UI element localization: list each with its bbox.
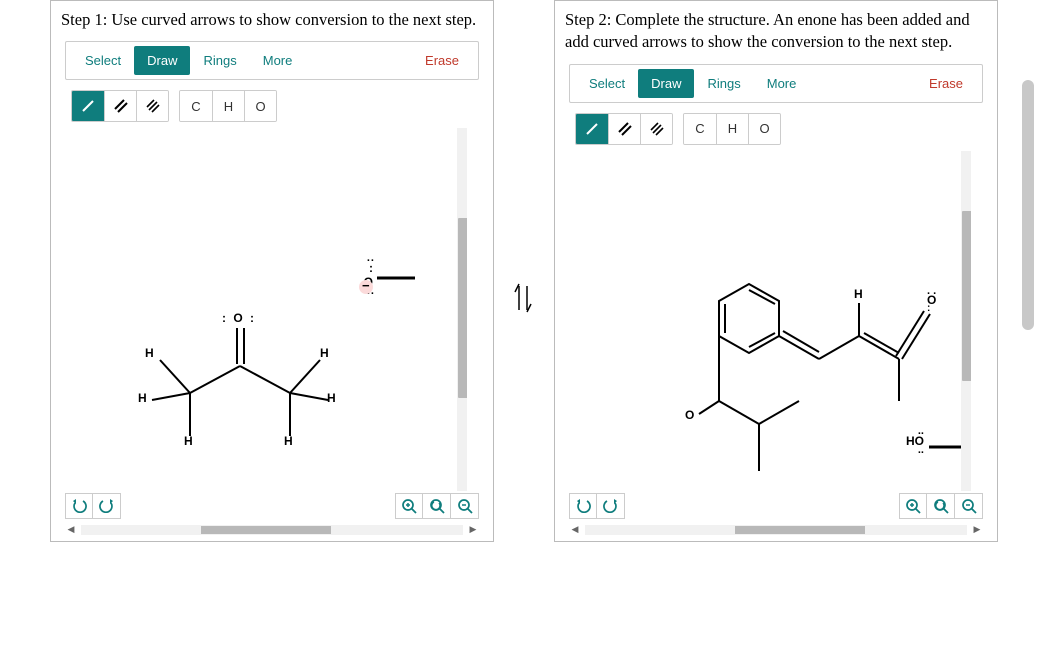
step1-horizontal-scrollbar[interactable]: ◀ ▶ bbox=[65, 523, 479, 537]
h-label-5: H bbox=[327, 391, 336, 405]
atom-h-button[interactable]: H bbox=[716, 114, 748, 144]
negative-charge: − bbox=[362, 278, 370, 293]
atom-o-button[interactable]: O bbox=[748, 114, 780, 144]
bond-group bbox=[575, 113, 673, 145]
zoom-group bbox=[395, 493, 479, 519]
atom-c-button[interactable]: C bbox=[684, 114, 716, 144]
tab-more[interactable]: More bbox=[250, 46, 306, 75]
hscroll-thumb[interactable] bbox=[735, 526, 865, 534]
zoom-reset-button[interactable] bbox=[927, 493, 955, 519]
h-label-2: H bbox=[138, 391, 147, 405]
atom-h-button[interactable]: H bbox=[212, 91, 244, 121]
bond-group bbox=[71, 90, 169, 122]
step2-tool-row: C H O bbox=[569, 109, 983, 151]
step2-bottom-bar bbox=[569, 493, 983, 519]
step2-canvas[interactable]: H . . O : O .. HO .. bbox=[569, 151, 971, 491]
zoom-group bbox=[899, 493, 983, 519]
undo-redo-group bbox=[569, 493, 625, 519]
step1-canvas-wrap: : O : H H H H H H .. : O .. − bbox=[65, 128, 479, 490]
hscroll-right-arrow[interactable]: ▶ bbox=[467, 524, 479, 535]
step1-tool-row: C H O bbox=[65, 86, 479, 128]
hscroll-thumb[interactable] bbox=[201, 526, 331, 534]
hscroll-right-arrow[interactable]: ▶ bbox=[971, 524, 983, 535]
tab-rings[interactable]: Rings bbox=[190, 46, 249, 75]
zoom-in-button[interactable] bbox=[899, 493, 927, 519]
redo-button[interactable] bbox=[597, 493, 625, 519]
zoom-out-button[interactable] bbox=[955, 493, 983, 519]
atom-group: C H O bbox=[683, 113, 781, 145]
atom-group: C H O bbox=[179, 90, 277, 122]
step2-vertical-scrollbar[interactable] bbox=[961, 151, 973, 491]
redo-button[interactable] bbox=[93, 493, 121, 519]
hscroll-left-arrow[interactable]: ◀ bbox=[65, 524, 77, 535]
triple-bond-tool[interactable] bbox=[640, 114, 672, 144]
step1-panel: Step 1: Use curved arrows to show conver… bbox=[50, 0, 494, 542]
vscroll-thumb[interactable] bbox=[962, 211, 972, 381]
step2-horizontal-scrollbar[interactable]: ◀ ▶ bbox=[569, 523, 983, 537]
tab-select[interactable]: Select bbox=[576, 69, 638, 98]
hscroll-left-arrow[interactable]: ◀ bbox=[569, 524, 581, 535]
ho-label: .. HO .. bbox=[906, 429, 924, 453]
equilibrium-arrow-icon bbox=[511, 280, 537, 316]
o-double-bond-label: . . O : bbox=[927, 289, 936, 311]
tab-erase[interactable]: Erase bbox=[412, 46, 472, 75]
vscroll-thumb[interactable] bbox=[458, 218, 468, 398]
triple-bond-tool[interactable] bbox=[136, 91, 168, 121]
single-bond-tool[interactable] bbox=[72, 91, 104, 121]
step2-prompt: Step 2: Complete the structure. An enone… bbox=[565, 9, 987, 54]
h-label-1: H bbox=[145, 346, 154, 360]
step2-tab-bar: Select Draw Rings More Erase bbox=[569, 64, 983, 103]
step1-bottom-bar bbox=[65, 493, 479, 519]
undo-button[interactable] bbox=[65, 493, 93, 519]
step2-canvas-wrap: H . . O : O .. HO .. bbox=[569, 151, 983, 491]
step1-vertical-scrollbar[interactable] bbox=[457, 128, 469, 490]
tab-erase[interactable]: Erase bbox=[916, 69, 976, 98]
step1-prompt: Step 1: Use curved arrows to show conver… bbox=[61, 9, 483, 31]
single-bond-tool[interactable] bbox=[576, 114, 608, 144]
double-bond-tool[interactable] bbox=[104, 91, 136, 121]
h-label: H bbox=[854, 287, 863, 301]
o-single-label: O bbox=[685, 408, 694, 422]
step1-canvas[interactable]: : O : H H H H H H .. : O .. − bbox=[65, 128, 467, 488]
tab-more[interactable]: More bbox=[754, 69, 810, 98]
tab-draw[interactable]: Draw bbox=[638, 69, 694, 98]
zoom-out-button[interactable] bbox=[451, 493, 479, 519]
zoom-reset-button[interactable] bbox=[423, 493, 451, 519]
page-scroll-thumb[interactable] bbox=[1022, 80, 1034, 330]
h-label-4: H bbox=[320, 346, 329, 360]
atom-c-button[interactable]: C bbox=[180, 91, 212, 121]
o-lonepair-label: : O : bbox=[222, 311, 256, 325]
step1-tab-bar: Select Draw Rings More Erase bbox=[65, 41, 479, 80]
atom-o-button[interactable]: O bbox=[244, 91, 276, 121]
double-bond-tool[interactable] bbox=[608, 114, 640, 144]
undo-redo-group bbox=[65, 493, 121, 519]
zoom-in-button[interactable] bbox=[395, 493, 423, 519]
h-label-6: H bbox=[284, 434, 293, 448]
step2-panel: Step 2: Complete the structure. An enone… bbox=[554, 0, 998, 542]
h-label-3: H bbox=[184, 434, 193, 448]
undo-button[interactable] bbox=[569, 493, 597, 519]
page-vertical-scrollbar[interactable] bbox=[1020, 0, 1036, 600]
tab-rings[interactable]: Rings bbox=[694, 69, 753, 98]
tab-draw[interactable]: Draw bbox=[134, 46, 190, 75]
tab-select[interactable]: Select bbox=[72, 46, 134, 75]
step1-structure bbox=[65, 128, 479, 488]
